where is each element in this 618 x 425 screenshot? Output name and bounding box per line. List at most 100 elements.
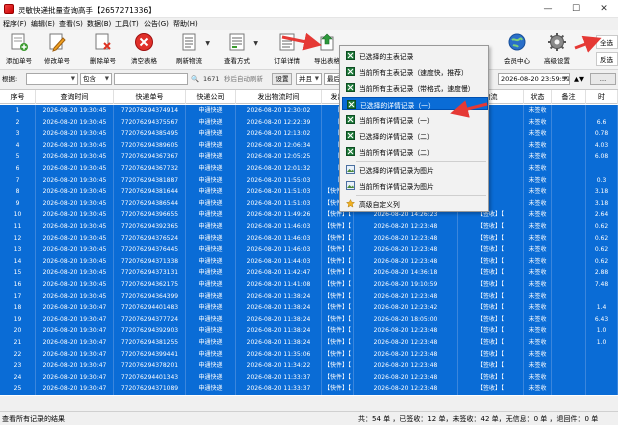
table-row[interactable]: 7 2026-08-20 19:30:45 772076294381887 申通快递 2… [0, 174, 618, 187]
cell-last-time: 2026-08-20 12:23:48 [354, 325, 458, 337]
invert-select-button[interactable]: 反选 [596, 52, 618, 66]
select-all-button[interactable]: 全选 [596, 35, 618, 49]
cell-last-info: 【签收】【 [458, 244, 524, 256]
col-tracking-number[interactable]: 快递单号 [114, 90, 186, 104]
refresh-logistics-button[interactable]: 刷新物流 ▼ [174, 32, 210, 67]
export-menu-item[interactable]: 高级自定义列 [342, 197, 488, 210]
col-courier[interactable]: 快递公司 [186, 90, 236, 104]
export-menu-item[interactable]: 当前所有详情记录（二） [342, 145, 488, 158]
table-row[interactable]: 16 2026-08-20 19:30:45 772076294362175 申通快递… [0, 279, 618, 291]
date-input[interactable]: 2026-08-20 23:59:59 ▼ [498, 73, 570, 85]
close-button[interactable]: ✕ [590, 0, 618, 18]
table-row[interactable]: 14 2026-08-20 19:30:45 772076294371338 申通快递… [0, 255, 618, 268]
cell-ship-info: 【快件】【 [322, 255, 354, 268]
col-index[interactable]: 序号 [0, 90, 36, 104]
table-row[interactable]: 2 2026-08-20 19:30:45 772076294375567 申通快递 2… [0, 116, 618, 129]
cell-ship-info: 【快件】【 [322, 221, 354, 233]
cell-courier: 申通快递 [186, 128, 236, 140]
export-menu-item[interactable]: 当前所有主表记录（带格式，速度慢） [342, 81, 488, 94]
table-row[interactable]: 24 2026-08-20 19:30:47 772076294401343 申通快递… [0, 371, 618, 384]
col-query-time[interactable]: 查询时间 [36, 90, 114, 104]
chevron-down-icon[interactable]: ▼ [253, 40, 258, 47]
logic-select[interactable]: 并且 ▼ [296, 73, 322, 85]
table-row[interactable]: 20 2026-08-20 19:30:47 772076294392903 申通快递… [0, 325, 618, 337]
table-row[interactable]: 10 2026-08-20 19:30:45 772076294396655 申通快递… [0, 209, 618, 221]
cell-courier: 申通快递 [186, 360, 236, 372]
maximize-button[interactable]: ☐ [562, 0, 590, 18]
table-row[interactable]: 12 2026-08-20 19:30:45 772076294376524 申通快递… [0, 232, 618, 245]
cell-query-time: 2026-08-20 19:30:45 [36, 186, 114, 198]
view-mode-button[interactable]: 查看方式 ▼ [222, 32, 258, 67]
cell-status: 未签收 [524, 371, 552, 384]
table-row[interactable]: 25 2026-08-20 19:30:47 772076294371089 申通快递… [0, 383, 618, 395]
export-menu-item[interactable]: 当前所有详情记录为图片 [342, 179, 488, 192]
table-row[interactable]: 4 2026-08-20 19:30:45 772076294389605 申通快递 2… [0, 139, 618, 152]
member-center-button[interactable]: 会员中心 [502, 32, 532, 67]
edit-number-button[interactable]: 修改单号 [42, 32, 72, 67]
table-row[interactable]: 11 2026-08-20 19:30:45 772076294392365 申通快递… [0, 221, 618, 233]
table-row[interactable]: 17 2026-08-20 19:30:45 772076294364399 申通快递… [0, 290, 618, 303]
advanced-settings-button[interactable]: 高级设置 [540, 32, 574, 67]
cell-last-info: 【签收】【 [458, 279, 524, 291]
export-menu-item[interactable]: 已选择的详情记录为图片 [342, 163, 488, 176]
add-number-button[interactable]: 添加单号 [4, 32, 34, 67]
cell-duration: 0.78 [586, 128, 618, 140]
table-row[interactable]: 13 2026-08-20 19:30:45 772076294376445 申通快递… [0, 244, 618, 256]
delete-number-button[interactable]: 删除单号 [88, 32, 118, 67]
edit-number-label: 修改单号 [44, 57, 70, 65]
search-icon[interactable]: 🔍 [191, 73, 199, 85]
table-row[interactable]: 23 2026-08-20 19:30:47 772076294378201 申通快递… [0, 360, 618, 372]
menu-help[interactable]: 帮助(H) [173, 19, 198, 29]
menu-view[interactable]: 查看(S) [59, 19, 83, 29]
menu-bar: 程序(F) 编辑(E) 查看(S) 数据(B) 工具(T) 公告(G) 帮助(H… [0, 18, 618, 30]
export-menu-item[interactable]: 已选择的主表记录 [342, 49, 488, 62]
col-duration[interactable]: 时 [586, 90, 618, 104]
filter-field-select[interactable]: ▼ [26, 73, 78, 85]
menu-tools[interactable]: 工具(T) [115, 19, 139, 29]
cell-index: 9 [0, 197, 36, 210]
clear-table-button[interactable]: 清空表格 [128, 32, 160, 67]
cell-status: 未签收 [524, 279, 552, 291]
cell-index: 3 [0, 128, 36, 140]
table-row[interactable]: 6 2026-08-20 19:30:45 772076294367732 申通快递 2… [0, 163, 618, 175]
table-row[interactable]: 9 2026-08-20 19:30:45 772076294386544 申通快递 2… [0, 197, 618, 210]
export-menu-item[interactable]: 已选择的详情记录（二） [342, 129, 488, 142]
export-menu-item[interactable]: 当前所有详情记录（一） [342, 113, 488, 126]
cell-last-time: 2026-08-20 12:23:48 [354, 290, 458, 303]
toolbar: 添加单号 修改单号 删除单号 清空表格 刷新物流 ▼ 查看方式 ▼ 订单详情 导… [0, 30, 618, 70]
horizontal-scrollbar[interactable] [0, 396, 618, 411]
cell-status: 未签收 [524, 209, 552, 221]
col-remark[interactable]: 备注 [552, 90, 586, 104]
table-row[interactable]: 3 2026-08-20 19:30:45 772076294385495 申通快递 2… [0, 128, 618, 140]
table-row[interactable]: 15 2026-08-20 19:30:45 772076294373131 申通快递… [0, 267, 618, 279]
menu-edit[interactable]: 编辑(E) [31, 19, 55, 29]
menu-notice[interactable]: 公告(G) [144, 19, 169, 29]
table-row[interactable]: 18 2026-08-20 19:30:47 772076294401483 申通快递… [0, 302, 618, 314]
minimize-button[interactable]: — [534, 0, 562, 18]
menu-data[interactable]: 数据(B) [87, 19, 111, 29]
col-status[interactable]: 状态 [524, 90, 552, 104]
table-row[interactable]: 5 2026-08-20 19:30:45 772076294367367 申通快递 2… [0, 151, 618, 163]
filter-go-button[interactable]: … [590, 73, 616, 85]
date-stepper-icon[interactable]: ▲▼ [574, 73, 584, 85]
export-menu-item[interactable]: 当前所有主表记录（速度快，推荐） [342, 65, 488, 78]
chevron-down-icon: ▼ [104, 76, 109, 82]
filter-operator-select[interactable]: 包含 ▼ [80, 73, 112, 85]
menu-program[interactable]: 程序(F) [3, 19, 27, 29]
table-row[interactable]: 22 2026-08-20 19:30:47 772076294399441 申通快递… [0, 348, 618, 361]
table-row[interactable]: 19 2026-08-20 19:30:47 772076294377724 申通快递… [0, 313, 618, 326]
settings-button[interactable]: 设置 [272, 73, 292, 85]
filter-keyword-input[interactable] [114, 73, 188, 85]
table-row[interactable]: 1 2026-08-20 19:30:45 772076294374914 申通快递 2… [0, 105, 618, 117]
table-row[interactable]: 8 2026-08-20 19:30:45 772076294381644 申通快递 2… [0, 186, 618, 198]
chevron-down-icon[interactable]: ▼ [205, 40, 210, 47]
table-row[interactable]: 21 2026-08-20 19:30:47 772076294381255 申通快递… [0, 337, 618, 349]
cell-tracking-number: 772076294378201 [114, 360, 186, 372]
col-ship-time[interactable]: 发出物流时间 [236, 90, 322, 104]
export-table-button[interactable]: 导出表格 [312, 32, 342, 67]
export-menu-item[interactable]: 已选择的详情记录（一） [342, 97, 488, 110]
cell-duration: 2.88 [586, 267, 618, 279]
last-select[interactable]: 最后 [324, 73, 340, 85]
cell-query-time: 2026-08-20 19:30:45 [36, 163, 114, 175]
order-detail-button[interactable]: 订单详情 [272, 32, 302, 67]
